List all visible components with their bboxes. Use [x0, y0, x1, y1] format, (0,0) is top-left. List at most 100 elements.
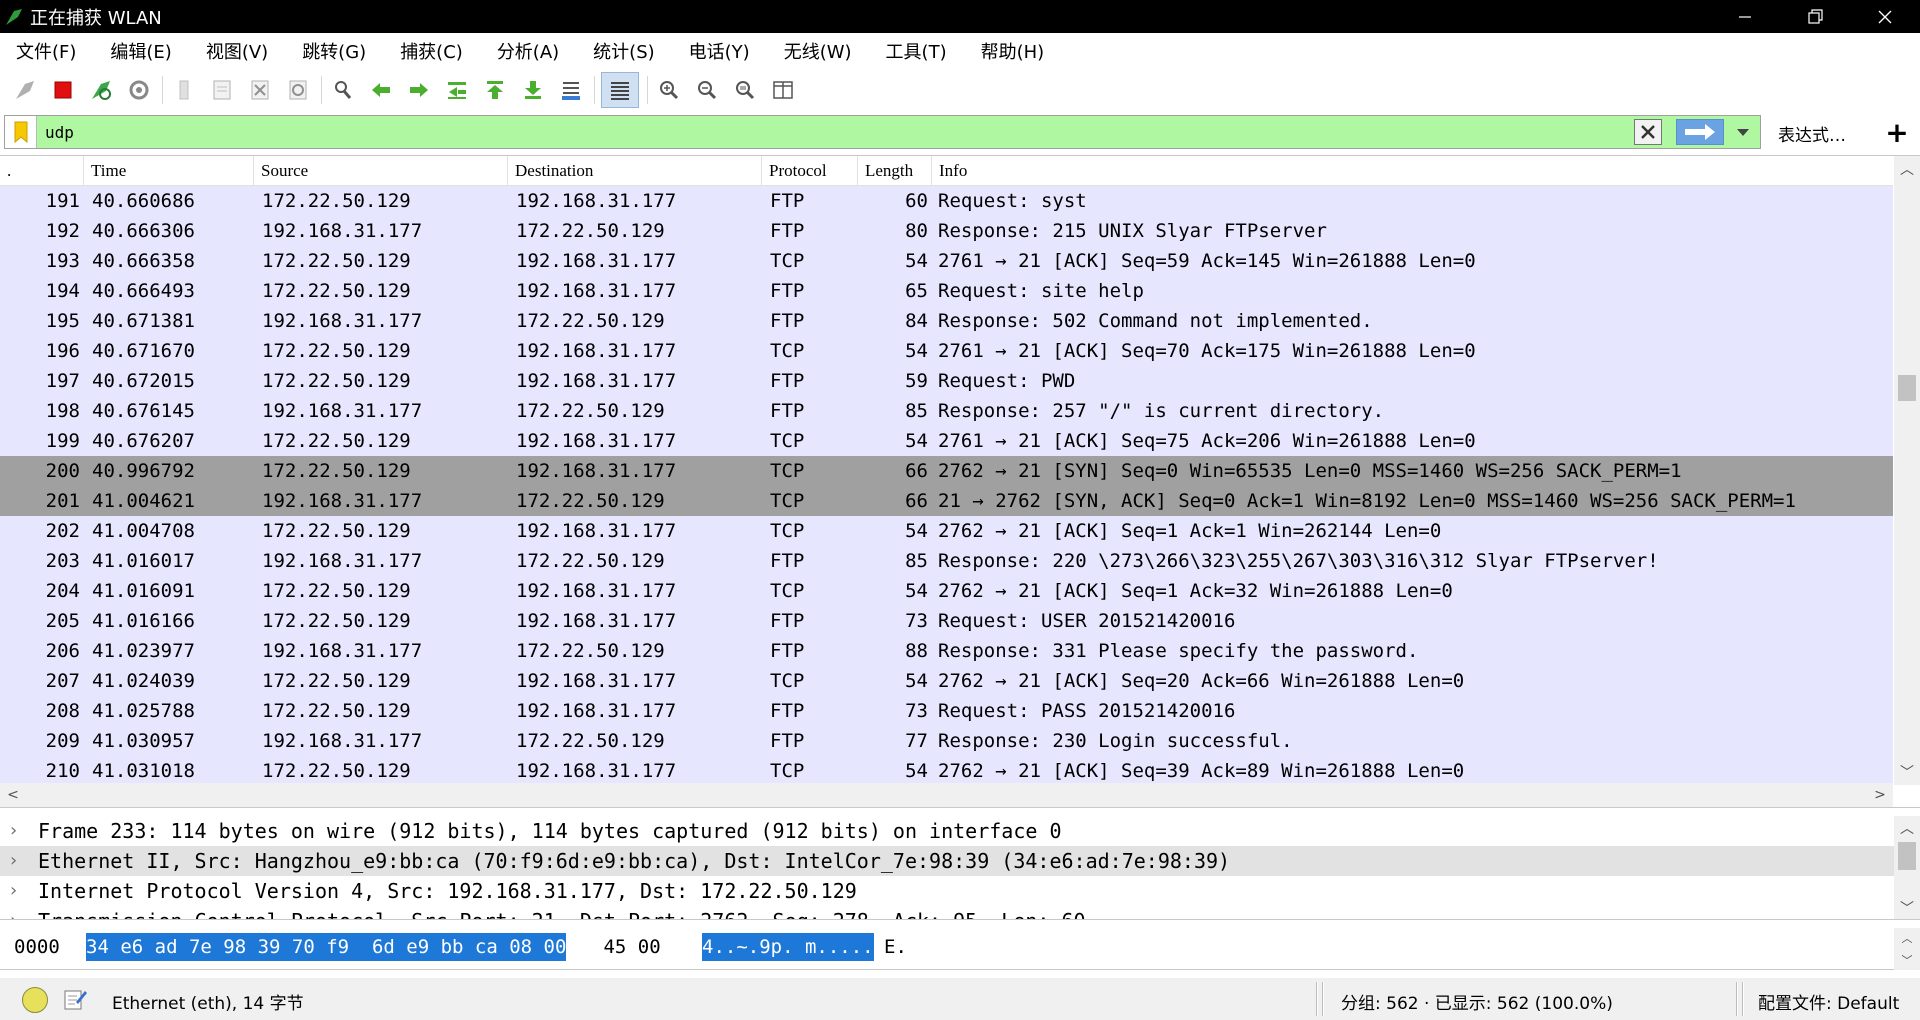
stop-capture-button[interactable]	[48, 75, 78, 105]
detail-row-tcp[interactable]: › Transmission Control Protocol, Src Por…	[0, 906, 1920, 919]
open-file-button[interactable]	[169, 75, 199, 105]
packet-time-cell: 41.016017	[92, 550, 195, 572]
menu-analyze[interactable]: 分析(A)	[487, 38, 573, 64]
menu-tools[interactable]: 工具(T)	[876, 38, 961, 64]
details-scroll-thumb[interactable]	[1898, 842, 1916, 870]
scroll-right-arrow[interactable]: >	[1869, 783, 1891, 807]
packet-row[interactable]: 194 40.666493 172.22.50.129 192.168.31.177 F…	[0, 276, 1893, 306]
colorize-button[interactable]	[601, 72, 639, 108]
recent-filters-dropdown[interactable]	[1730, 119, 1756, 145]
detail-row-ethernet[interactable]: › Ethernet II, Src: Hangzhou_e9:bb:ca (7…	[0, 846, 1920, 876]
packet-row[interactable]: 204 41.016091 172.22.50.129 192.168.31.177 T…	[0, 576, 1893, 606]
packet-row[interactable]: 209 41.030957 192.168.31.177 172.22.50.129 F…	[0, 726, 1893, 756]
column-length[interactable]: Length	[858, 156, 932, 186]
packet-list-hscrollbar[interactable]: < >	[0, 783, 1893, 807]
ascii-bytes-selected[interactable]: 4..~.9p. m.....	[702, 933, 874, 961]
autoscroll-button[interactable]	[556, 75, 586, 105]
filter-bookmark-button[interactable]	[5, 116, 37, 148]
profile-text[interactable]: 配置文件: Default	[1758, 989, 1899, 1014]
expand-chevron-icon[interactable]: ›	[8, 906, 19, 919]
column-no[interactable]: .	[0, 156, 84, 186]
expand-chevron-icon[interactable]: ›	[8, 816, 19, 846]
capture-comment-icon[interactable]	[62, 986, 88, 1012]
resize-columns-button[interactable]	[768, 75, 798, 105]
expand-chevron-icon[interactable]: ›	[8, 846, 19, 876]
scroll-down-arrow[interactable]: ﹀	[1894, 759, 1920, 785]
expand-chevron-icon[interactable]: ›	[8, 876, 19, 906]
packet-length-cell: 77	[905, 730, 928, 752]
go-last-button[interactable]	[518, 75, 548, 105]
expert-info-led-icon[interactable]	[22, 987, 48, 1013]
packet-row[interactable]: 199 40.676207 172.22.50.129 192.168.31.177 T…	[0, 426, 1893, 456]
packet-row[interactable]: 196 40.671670 172.22.50.129 192.168.31.177 T…	[0, 336, 1893, 366]
packet-list-vscrollbar[interactable]: ︿ ﹀	[1894, 156, 1920, 785]
go-forward-button[interactable]	[404, 75, 434, 105]
menu-statistics[interactable]: 统计(S)	[583, 38, 668, 64]
save-file-button[interactable]	[207, 75, 237, 105]
packet-row[interactable]: 203 41.016017 192.168.31.177 172.22.50.129 F…	[0, 546, 1893, 576]
go-to-packet-button[interactable]	[442, 75, 472, 105]
bytes-vscrollbar[interactable]: ︿ ﹀	[1894, 928, 1920, 970]
packet-list-scroll-thumb[interactable]	[1898, 375, 1916, 401]
scroll-left-arrow[interactable]: <	[2, 783, 24, 807]
packet-row[interactable]: 210 41.031018 172.22.50.129 192.168.31.177 T…	[0, 756, 1893, 786]
column-protocol[interactable]: Protocol	[762, 156, 858, 186]
menu-wireless[interactable]: 无线(W)	[774, 38, 866, 64]
details-vscrollbar[interactable]: ︿ ﹀	[1894, 816, 1920, 919]
go-back-button[interactable]	[366, 75, 396, 105]
column-source[interactable]: Source	[254, 156, 508, 186]
menu-edit[interactable]: 编辑(E)	[100, 38, 185, 64]
reload-file-button[interactable]	[283, 75, 313, 105]
packet-row[interactable]: 208 41.025788 172.22.50.129 192.168.31.177 F…	[0, 696, 1893, 726]
packet-row[interactable]: 200 40.996792 172.22.50.129 192.168.31.177 T…	[0, 456, 1893, 486]
minimize-button[interactable]	[1710, 0, 1780, 33]
apply-filter-button[interactable]	[1676, 119, 1724, 145]
restart-capture-button[interactable]	[86, 75, 116, 105]
column-time[interactable]: Time	[84, 156, 254, 186]
close-file-button[interactable]	[245, 75, 275, 105]
scroll-down-arrow[interactable]: ﹀	[1894, 896, 1920, 919]
packet-row[interactable]: 192 40.666306 192.168.31.177 172.22.50.129 F…	[0, 216, 1893, 246]
packet-row[interactable]: 206 41.023977 192.168.31.177 172.22.50.129 F…	[0, 636, 1893, 666]
zoom-reset-button[interactable]	[730, 75, 760, 105]
scroll-up-arrow[interactable]: ︿	[1894, 928, 1920, 948]
menu-help[interactable]: 帮助(H)	[971, 38, 1059, 64]
add-filter-button[interactable]: +	[1882, 115, 1912, 149]
packet-row[interactable]: 191 40.660686 172.22.50.129 192.168.31.177 F…	[0, 186, 1893, 216]
scroll-down-arrow[interactable]: ﹀	[1894, 950, 1920, 970]
packet-row[interactable]: 205 41.016166 172.22.50.129 192.168.31.177 F…	[0, 606, 1893, 636]
menu-go[interactable]: 跳转(G)	[292, 38, 380, 64]
packet-row[interactable]: 193 40.666358 172.22.50.129 192.168.31.177 T…	[0, 246, 1893, 276]
expression-button[interactable]: 表达式…	[1778, 121, 1846, 146]
packet-row[interactable]: 202 41.004708 172.22.50.129 192.168.31.177 T…	[0, 516, 1893, 546]
start-capture-button[interactable]	[10, 75, 40, 105]
packet-row[interactable]: 197 40.672015 172.22.50.129 192.168.31.177 F…	[0, 366, 1893, 396]
ascii-bytes-rest[interactable]: E.	[884, 933, 907, 961]
hex-bytes-selected[interactable]: 34 e6 ad 7e 98 39 70 f9 6d e9 bb ca 08 0…	[86, 933, 567, 961]
display-filter-input[interactable]	[37, 122, 1637, 142]
packet-row[interactable]: 195 40.671381 192.168.31.177 172.22.50.129 F…	[0, 306, 1893, 336]
packet-row[interactable]: 198 40.676145 192.168.31.177 172.22.50.129 F…	[0, 396, 1893, 426]
zoom-out-button[interactable]	[692, 75, 722, 105]
packet-row[interactable]: 201 41.004621 192.168.31.177 172.22.50.129 T…	[0, 486, 1893, 516]
menu-view[interactable]: 视图(V)	[196, 38, 282, 64]
packet-row[interactable]: 207 41.024039 172.22.50.129 192.168.31.177 T…	[0, 666, 1893, 696]
column-info[interactable]: Info	[932, 156, 1893, 186]
restore-button[interactable]	[1780, 0, 1850, 33]
close-button[interactable]	[1850, 0, 1920, 33]
packet-source-cell: 172.22.50.129	[262, 280, 411, 302]
scroll-up-arrow[interactable]: ︿	[1894, 816, 1920, 840]
detail-row-ipv4[interactable]: › Internet Protocol Version 4, Src: 192.…	[0, 876, 1920, 906]
go-first-button[interactable]	[480, 75, 510, 105]
column-destination[interactable]: Destination	[508, 156, 762, 186]
detail-row-frame[interactable]: › Frame 233: 114 bytes on wire (912 bits…	[0, 816, 1920, 846]
scroll-up-arrow[interactable]: ︿	[1894, 156, 1920, 182]
capture-options-button[interactable]	[124, 75, 154, 105]
hex-bytes-rest[interactable]: 45 00	[592, 933, 660, 961]
menu-capture[interactable]: 捕获(C)	[390, 38, 477, 64]
find-packet-button[interactable]	[328, 75, 358, 105]
clear-filter-button[interactable]	[1634, 119, 1662, 145]
zoom-in-button[interactable]	[654, 75, 684, 105]
menu-telephony[interactable]: 电话(Y)	[679, 38, 764, 64]
menu-file[interactable]: 文件(F)	[6, 38, 90, 64]
